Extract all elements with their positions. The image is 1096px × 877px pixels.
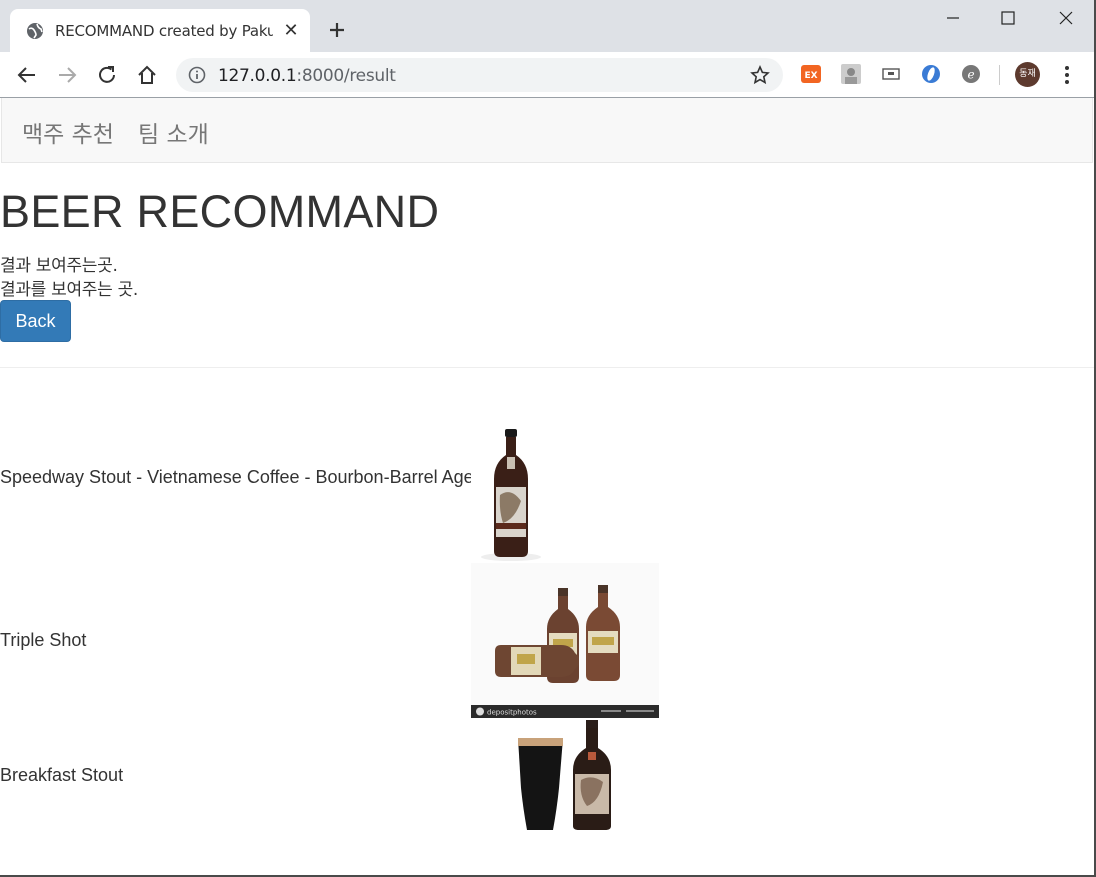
more-menu-icon[interactable] [1060,63,1074,87]
page-title: BEER RECOMMAND [0,186,440,237]
beer-name-2: Triple Shot [0,630,87,650]
divider [0,367,1094,368]
home-icon[interactable] [135,63,159,87]
beer-name-3: Breakfast Stout [0,765,124,785]
back-arrow-icon[interactable] [15,63,39,87]
close-window-icon[interactable] [1046,6,1086,30]
url-path: :8000/result [296,66,396,86]
maximize-icon[interactable] [988,6,1028,30]
back-button[interactable]: Back [0,300,71,342]
amber-bottles-image: depositphotos [471,563,659,718]
svg-text:e: e [967,68,974,82]
reload-icon[interactable] [95,63,119,87]
address-bar[interactable]: 127.0.0.1:8000/result [176,58,783,92]
page-content: 맥주 추천 팀 소개 BEER RECOMMAND 결과 보여주는곳. 결과를 … [0,98,1094,875]
minimize-icon[interactable] [933,6,973,30]
site-navbar: 맥주 추천 팀 소개 [1,98,1093,163]
new-tab-icon[interactable] [324,17,350,43]
forward-arrow-icon[interactable] [55,63,79,87]
bookmark-star-icon[interactable] [750,65,770,85]
tab-title: RECOMMAND created by Pakup [55,22,273,40]
ex-extension-icon[interactable]: EX [800,63,822,85]
result-description-1: 결과 보여주는곳. [0,256,118,276]
toolbar-divider [999,65,1000,85]
image-caption: depositphotos [487,709,537,717]
e-extension-icon[interactable]: e [960,63,982,85]
beer-name-1: Speedway Stout - Vietnamese Coffee - Bou… [0,467,484,487]
single-dark-bottle-image [471,391,552,563]
ring-extension-icon[interactable] [920,63,942,85]
url-host: 127.0.0.1 [218,66,297,86]
stout-glass-and-bottle-image [471,718,659,838]
nav-beer-recommend[interactable]: 맥주 추천 [22,115,114,149]
browser-window: RECOMMAND created by Pakup ✕ 127.0.0.1:8… [0,0,1096,877]
info-icon[interactable] [188,66,206,84]
result-description-2: 결과를 보여주는 곳. [0,280,139,300]
svg-text:EX: EX [804,71,817,81]
close-tab-icon[interactable]: ✕ [282,20,300,40]
url-text: 127.0.0.1:8000/result [218,66,396,86]
profile-avatar[interactable]: 동재 [1015,62,1040,87]
cast-extension-icon[interactable] [880,63,902,85]
tab-strip: RECOMMAND created by Pakup ✕ [0,0,1094,52]
portrait-extension-icon[interactable] [840,63,862,85]
browser-toolbar: 127.0.0.1:8000/result EX e 동재 [0,52,1094,98]
active-tab[interactable]: RECOMMAND created by Pakup ✕ [10,9,310,52]
globe-icon [27,23,43,39]
nav-team-intro[interactable]: 팀 소개 [138,115,209,149]
